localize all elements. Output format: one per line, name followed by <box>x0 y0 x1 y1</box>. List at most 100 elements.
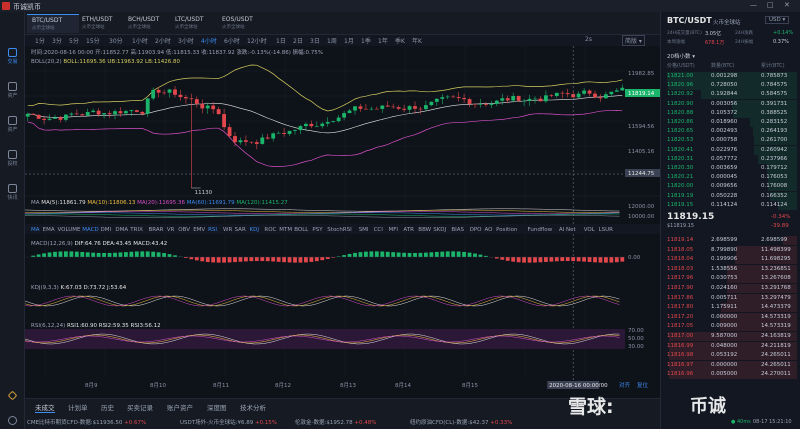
kline-chart[interactable]: 11130 11982.85 11819.14 11594.56 11405.16 112… <box>25 46 660 390</box>
market-ticker[interactable]: USDT场外-火币全球站:¥6.89 +0.15% <box>180 418 277 426</box>
indicator-tab-ao[interactable]: AO <box>485 227 494 233</box>
indicator-tab-position[interactable]: Position <box>496 227 518 233</box>
orderbook-row[interactable]: 11820.96 0.728050 0.784575 <box>665 81 797 91</box>
date-control-1[interactable]: 复位 <box>637 381 649 389</box>
indicator-tab-macd[interactable]: MACD <box>82 227 99 233</box>
sidebar-item-trade[interactable]: 交易 <box>0 48 25 65</box>
depth-select[interactable]: 20档小数 ▾ <box>667 52 695 60</box>
indicator-tab-volume[interactable]: VOLUME <box>58 227 82 233</box>
candle[interactable] <box>36 114 41 119</box>
bottom-tab-5[interactable]: 深度图 <box>207 402 227 412</box>
tab-eos-usdt[interactable]: EOS/USDT 火币全球站 <box>217 14 269 33</box>
indicator-tab-lsur[interactable]: LSUR <box>599 227 614 233</box>
sidebar-bottom-settings[interactable] <box>0 416 25 426</box>
orderbook-row[interactable]: 11817.96 0.030753 13.267608 <box>665 274 797 284</box>
orderbook-row[interactable]: 11818.05 8.799890 11.498399 <box>665 245 797 255</box>
indicator-tab-trix[interactable]: TRIX <box>129 227 143 233</box>
indicator-tab-dpo[interactable]: DPO <box>470 227 483 233</box>
indicator-tab-skdj[interactable]: SKDJ <box>433 227 446 233</box>
orderbook-row[interactable]: 11817.80 1.175911 14.473379 <box>665 303 797 313</box>
bottom-tab-6[interactable]: 技术分析 <box>240 402 266 412</box>
indicator-tab-fundflow[interactable]: Fundflow <box>528 227 553 233</box>
tab-ltc-usdt[interactable]: LTC/USDT 火币全球站 <box>170 14 222 33</box>
indicator-tab-smi[interactable]: SMI <box>359 227 369 233</box>
timeframe-15[interactable]: 1月 <box>344 36 354 45</box>
indicator-tab-boll[interactable]: BOLL <box>294 227 309 233</box>
bottom-tab-1[interactable]: 计划单 <box>68 402 88 412</box>
indicator-tab-psy[interactable]: PSY <box>312 227 323 233</box>
sidebar-item-news[interactable]: 快讯 <box>0 184 25 201</box>
indicator-tab-vol[interactable]: VOL <box>584 227 596 233</box>
orderbook-row[interactable]: 11820.30 0.003659 0.179712 <box>665 164 797 173</box>
date-control-0[interactable]: 对齐 <box>619 381 631 389</box>
indicator-tab-mtm[interactable]: MTM <box>279 227 292 233</box>
indicator-tab-emv[interactable]: EMV <box>193 227 205 233</box>
tab-eth-usdt[interactable]: ETH/USDT 火币全球站 <box>77 14 129 33</box>
timeframe-3[interactable]: 15分 <box>86 36 100 45</box>
bottom-tab-4[interactable]: 账户资产 <box>167 402 193 412</box>
timeframe-4[interactable]: 30分 <box>109 36 123 45</box>
market-ticker[interactable]: 伦敦金-数据:$1952.78 +0.48% <box>295 418 376 426</box>
timeframe-13[interactable]: 3日 <box>310 36 320 45</box>
bottom-tab-0[interactable]: 未成交 <box>35 402 55 413</box>
timeframe-9[interactable]: 6小时 <box>224 36 240 45</box>
indicator-tab-kdj[interactable]: KDJ <box>250 227 260 233</box>
timeframe-14[interactable]: 1周 <box>327 36 337 45</box>
orderbook-row[interactable]: 11820.21 0.000045 0.176053 <box>665 173 797 183</box>
indicator-tab-dmi[interactable]: DMI <box>101 227 112 233</box>
orderbook-row[interactable]: 11820.00 0.009656 0.176008 <box>665 182 797 192</box>
timeframe-17[interactable]: 1年 <box>378 36 388 45</box>
timeframe-7[interactable]: 3小时 <box>178 36 194 45</box>
indicator-tab-atr[interactable]: ATR <box>403 227 414 233</box>
orderbook-row[interactable]: 11816.99 0.048000 24.211819 <box>665 341 797 351</box>
orderbook-row[interactable]: 11820.53 0.000758 0.261700 <box>665 136 797 146</box>
orderbook-row[interactable]: 11820.90 0.003056 0.391731 <box>665 99 797 109</box>
maximize-button[interactable]: □ <box>767 1 774 9</box>
indicator-tab-mfi[interactable]: MFI <box>389 227 399 233</box>
tab-btc-usdt[interactable]: BTC/USDT 火币全球站 <box>27 14 79 33</box>
indicator-tab-vr[interactable]: VR <box>167 227 175 233</box>
minimize-button[interactable]: — <box>750 1 757 9</box>
orderbook-row[interactable]: 11820.86 0.018960 0.283152 <box>665 118 797 127</box>
orderbook-row[interactable]: 11817.20 0.000000 14.573319 <box>665 312 797 322</box>
indicator-tab-bias[interactable]: BIAS <box>451 227 464 233</box>
indicator-tab-wr[interactable]: WR <box>223 227 232 233</box>
sidebar-item-rights[interactable]: 投权 <box>0 150 25 167</box>
timeframe-16[interactable]: 1季 <box>361 36 371 45</box>
indicator-tab-brar[interactable]: BRAR <box>149 227 164 233</box>
orderbook-row[interactable]: 11820.31 0.057772 0.237966 <box>665 154 797 164</box>
orderbook-row[interactable]: 11818.04 0.199906 11.698295 <box>665 255 797 265</box>
orderbook-row[interactable]: 11819.14 2.698599 2.698599 <box>665 236 797 245</box>
orderbook-row[interactable]: 11820.41 0.022976 0.260942 <box>665 145 797 155</box>
currency-select[interactable]: USD ▾ <box>765 16 790 24</box>
orderbook-row[interactable]: 11820.92 0.192844 0.584575 <box>665 90 797 100</box>
timeframe-0[interactable]: 1分 <box>35 36 45 45</box>
indicator-tab-sar[interactable]: SAR <box>235 227 246 233</box>
timeframe-10[interactable]: 12小时 <box>247 36 267 45</box>
refresh-rate[interactable]: 2s <box>585 36 592 43</box>
orderbook-row[interactable]: 11817.90 0.024160 13.291768 <box>665 284 797 293</box>
indicator-tab-ema[interactable]: EMA <box>43 227 55 233</box>
sidebar-item-assets[interactable]: 资产 <box>0 82 25 99</box>
indicator-tab-ma[interactable]: MA <box>31 227 40 233</box>
bottom-tab-3[interactable]: 买卖记录 <box>127 402 153 412</box>
orderbook-row[interactable]: 11821.00 0.001298 0.785873 <box>665 72 797 81</box>
indicator-tab-roc[interactable]: ROC <box>264 227 276 233</box>
tab-bch-usdt[interactable]: BCH/USDT 火币全球站 <box>123 14 175 33</box>
market-ticker[interactable]: CME比特币期货CFD-数据:$11936.50 +0.67% <box>27 418 146 426</box>
timeframe-5[interactable]: 1小时 <box>132 36 148 45</box>
orderbook-row[interactable]: 11817.05 0.009000 14.573319 <box>665 322 797 332</box>
candle[interactable] <box>516 95 521 102</box>
orderbook-row[interactable]: 11820.65 0.002493 0.264193 <box>665 127 797 137</box>
orderbook-row[interactable]: 11818.03 1.538556 13.236851 <box>665 264 797 274</box>
orderbook-row[interactable]: 11820.88 0.105372 0.388525 <box>665 108 797 118</box>
orderbook-row[interactable]: 11817.00 9.587000 24.163819 <box>665 332 797 341</box>
close-button[interactable]: ✕ <box>784 1 790 9</box>
sidebar-item-assets-2[interactable]: 资产 <box>0 116 25 133</box>
orderbook-row[interactable]: 11819.15 0.114124 0.114124 <box>665 200 797 210</box>
orderbook-row[interactable]: 11816.97 0.000000 24.265011 <box>665 360 797 370</box>
timeframe-2[interactable]: 5分 <box>69 36 79 45</box>
indicator-tab-stochrsi[interactable]: StochRSI <box>327 227 352 233</box>
orderbook-row[interactable]: 11819.19 0.050228 0.166352 <box>665 191 797 201</box>
timeframe-8[interactable]: 4小时 <box>201 36 217 45</box>
